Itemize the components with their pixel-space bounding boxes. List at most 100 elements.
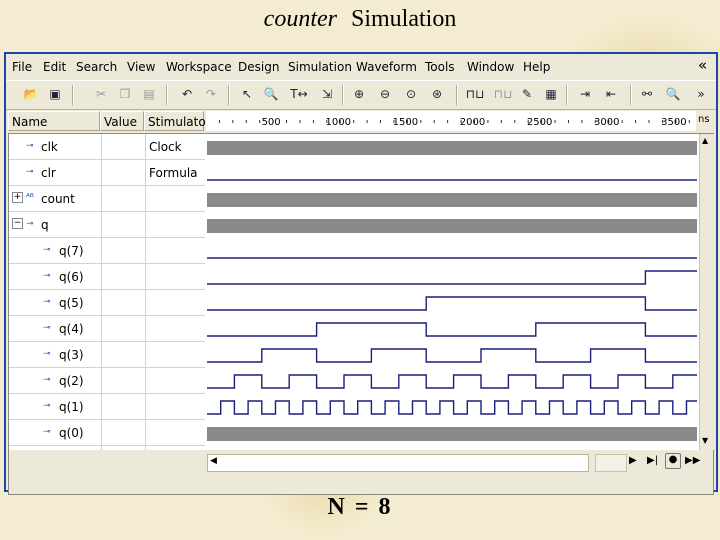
select-waveform-icon[interactable]: ⇲ — [318, 85, 336, 103]
signal-name: q(1) — [59, 400, 84, 414]
signal-name: q(3) — [59, 348, 84, 362]
zoom-area-icon[interactable]: 🔍 — [262, 85, 280, 103]
signal-row[interactable]: ⊸ q(6) — [9, 264, 205, 290]
slide-title-italic: counter — [263, 6, 337, 32]
menu-search[interactable]: Search — [76, 60, 117, 74]
add-signal-icon[interactable]: ⊓⊔ — [466, 85, 485, 103]
signal-row[interactable]: ⊸ clr Formula — [9, 160, 205, 186]
signal-row[interactable]: ⊸ q(5) — [9, 290, 205, 316]
menu-edit[interactable]: Edit — [43, 60, 66, 74]
ruler-tick-label: 3000 — [594, 117, 619, 128]
stimulator-icon[interactable]: ✎ — [518, 85, 536, 103]
output-arrow-icon: ⊸ — [43, 297, 51, 307]
scroll-down-icon[interactable]: ▼ — [702, 436, 708, 445]
signal-name: q(0) — [59, 426, 84, 440]
scroll-left-icon[interactable]: ◀ — [210, 456, 217, 466]
ruler-tick-label: 500 — [262, 117, 281, 128]
find-next-icon[interactable]: 🔍 — [664, 85, 682, 103]
menu-window[interactable]: Window — [467, 60, 514, 74]
cut-icon[interactable]: ✂ — [92, 85, 110, 103]
step-end-icon[interactable]: ▶| — [647, 455, 658, 466]
signal-name: count — [41, 192, 75, 206]
q1-waveform[interactable] — [207, 400, 697, 415]
redo-icon[interactable]: ↷ — [202, 85, 220, 103]
expand-toggle[interactable]: + — [12, 192, 23, 203]
menu-simulation[interactable]: Simulation — [288, 60, 352, 74]
q4-waveform[interactable] — [207, 322, 697, 337]
horizontal-scrollbar[interactable]: ◀ — [207, 454, 589, 472]
slide-title: counter Simulation — [0, 6, 720, 33]
menu-tools[interactable]: Tools — [425, 60, 455, 74]
waveform-area[interactable] — [207, 134, 697, 450]
column-header: Name Value Stimulator 500 1000 1500 2000 250… — [8, 111, 714, 133]
open-folder-icon[interactable]: 📂 — [22, 85, 40, 103]
zoom-out-icon[interactable]: ⊖ — [376, 85, 394, 103]
output-arrow-icon: ⊸ — [43, 427, 51, 437]
menu-file[interactable]: File — [12, 60, 32, 74]
signal-row[interactable]: ⊸ clk Clock — [9, 134, 205, 160]
undo-icon[interactable]: ↶ — [178, 85, 196, 103]
menu-overflow-chevron[interactable]: « — [698, 56, 707, 74]
prev-edge-icon[interactable]: ⇤ — [602, 85, 620, 103]
find-icon[interactable]: ⚯ — [638, 85, 656, 103]
signal-name: clk — [41, 140, 58, 154]
signal-name: q — [41, 218, 49, 232]
signal-name: clr — [41, 166, 56, 180]
delete-signal-icon[interactable]: ⊓⊔ — [494, 85, 513, 103]
q3-waveform[interactable] — [207, 348, 697, 363]
stop-icon[interactable]: ● — [665, 453, 681, 469]
toolbar-overflow-chevron[interactable]: » — [692, 85, 710, 103]
signal-name: q(7) — [59, 244, 84, 258]
signal-row[interactable]: ⊸ q(4) — [9, 316, 205, 342]
copy-icon[interactable]: ❐ — [116, 85, 134, 103]
export-icon[interactable]: ▦ — [542, 85, 560, 103]
next-edge-icon[interactable]: ⇥ — [576, 85, 594, 103]
measure-icon[interactable]: T↔ — [290, 85, 308, 103]
save-icon[interactable]: ▣ — [46, 85, 64, 103]
q5-waveform[interactable] — [207, 296, 697, 311]
zoom-fit-icon[interactable]: ⊙ — [402, 85, 420, 103]
signal-row[interactable]: ⊸ q(2) — [9, 368, 205, 394]
ruler-tick-label: 1500 — [393, 117, 418, 128]
menu-design[interactable]: Design — [238, 60, 279, 74]
signal-row[interactable]: ⊸ q(7) — [9, 238, 205, 264]
pointer-icon[interactable]: ↖ — [238, 85, 256, 103]
signal-name: q(6) — [59, 270, 84, 284]
col-value[interactable]: Value — [100, 111, 144, 131]
col-name[interactable]: Name — [8, 111, 100, 131]
clk-waveform[interactable] — [207, 141, 697, 155]
q-bus-waveform[interactable] — [207, 219, 697, 233]
menu-workspace[interactable]: Workspace — [166, 60, 232, 74]
zoom-full-icon[interactable]: ⊛ — [428, 85, 446, 103]
expand-toggle[interactable]: − — [12, 218, 23, 229]
paste-icon[interactable]: ▤ — [140, 85, 158, 103]
signal-row[interactable]: ⊸ q(3) — [9, 342, 205, 368]
menu-waveform[interactable]: Waveform — [356, 60, 417, 74]
time-ruler-ticks: 500 1000 1500 2000 2500 3000 3500 — [218, 117, 690, 128]
col-stimulator[interactable]: Stimulator — [144, 111, 211, 131]
output-arrow-icon: ⊸ — [43, 401, 51, 411]
menu-bar: File Edit Search View Workspace Design S… — [6, 54, 716, 78]
q6-waveform[interactable] — [207, 270, 697, 285]
menu-help[interactable]: Help — [523, 60, 550, 74]
time-ruler[interactable]: 500 1000 1500 2000 2500 3000 3500 — [206, 111, 696, 131]
signal-row[interactable]: + ᴬᴮ count — [9, 186, 205, 212]
simulator-window: File Edit Search View Workspace Design S… — [4, 52, 718, 495]
menu-view[interactable]: View — [127, 60, 155, 74]
fast-forward-icon[interactable]: ▶▶ — [685, 455, 700, 466]
output-arrow-icon: ⊸ — [26, 219, 34, 229]
q2-waveform[interactable] — [207, 374, 697, 389]
play-icon[interactable]: ▶ — [629, 455, 637, 466]
signal-row[interactable]: ⊸ q(0) — [9, 420, 205, 446]
signal-row[interactable]: ⊸ q(1) — [9, 394, 205, 420]
bus-icon: ᴬᴮ — [26, 193, 34, 203]
count-waveform[interactable] — [207, 193, 697, 207]
waveform-grid: ⊸ clk Clock ⊸ clr Formula + ᴬᴮ count − ⊸ q ⊸ q(7) ⊸ q(6… — [8, 133, 714, 495]
signal-row[interactable]: − ⊸ q — [9, 212, 205, 238]
vertical-scrollbar[interactable]: ▲ ▼ — [699, 134, 714, 450]
scroll-up-icon[interactable]: ▲ — [702, 136, 708, 145]
zoom-in-icon[interactable]: ⊕ — [350, 85, 368, 103]
scroll-track-right[interactable] — [595, 454, 627, 472]
q0-waveform[interactable] — [207, 427, 697, 441]
output-arrow-icon: ⊸ — [43, 375, 51, 385]
